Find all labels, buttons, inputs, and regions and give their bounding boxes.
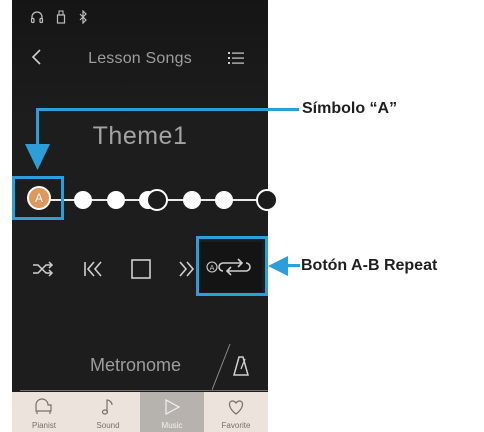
page: Lesson Songs Theme1 A A Metronome Pianis… bbox=[0, 0, 484, 432]
tab-sound[interactable]: Sound bbox=[76, 392, 140, 432]
usb-icon bbox=[56, 10, 66, 24]
progress-dot[interactable] bbox=[107, 191, 125, 209]
ab-repeat-callout-line bbox=[286, 264, 300, 267]
current-position-dot[interactable] bbox=[146, 189, 168, 211]
stop-button[interactable] bbox=[128, 256, 154, 282]
rewind-icon bbox=[84, 261, 102, 277]
play-icon bbox=[165, 398, 181, 416]
stop-icon bbox=[131, 259, 151, 279]
song-title: Theme1 bbox=[92, 122, 188, 150]
metronome-button[interactable] bbox=[211, 343, 268, 391]
metronome-label[interactable]: Metronome bbox=[90, 355, 181, 376]
tab-label: Music bbox=[161, 421, 183, 430]
progress-dot[interactable] bbox=[183, 191, 201, 209]
tab-label: Favorite bbox=[221, 421, 251, 430]
bottom-tab-bar: Pianist Sound Music Favorite bbox=[12, 392, 268, 432]
tab-music[interactable]: Music bbox=[140, 392, 204, 432]
tab-favorite[interactable]: Favorite bbox=[204, 392, 268, 432]
song-list-button[interactable] bbox=[228, 51, 244, 65]
status-bar bbox=[30, 8, 88, 26]
tab-label: Pianist bbox=[31, 421, 56, 430]
a-marker[interactable]: A bbox=[27, 186, 51, 210]
rewind-button[interactable] bbox=[80, 256, 106, 282]
ab-repeat-annotation: Botón A-B Repeat bbox=[301, 257, 438, 274]
shuffle-icon bbox=[33, 261, 54, 277]
list-icon bbox=[228, 52, 244, 64]
ab-repeat-highlight bbox=[196, 236, 268, 296]
bluetooth-icon bbox=[78, 10, 88, 24]
symbol-a-callout-line bbox=[36, 108, 39, 148]
symbol-a-callout-line bbox=[36, 108, 299, 111]
shuffle-button[interactable] bbox=[30, 256, 56, 282]
progress-dot[interactable] bbox=[215, 191, 233, 209]
progress-dot[interactable] bbox=[74, 191, 92, 209]
metronome-bar: Metronome bbox=[12, 343, 268, 392]
metronome-divider bbox=[20, 390, 268, 391]
progress-dot[interactable] bbox=[256, 189, 278, 211]
arrow-left-icon bbox=[268, 256, 288, 276]
header: Lesson Songs bbox=[12, 42, 268, 76]
headphones-icon bbox=[30, 10, 44, 24]
heart-icon bbox=[228, 400, 244, 415]
piano-icon bbox=[35, 398, 52, 414]
arrow-down-icon bbox=[25, 144, 50, 170]
note-icon bbox=[101, 399, 113, 415]
tab-label: Sound bbox=[96, 421, 120, 430]
symbol-a-annotation: Símbolo “A” bbox=[302, 100, 398, 117]
tab-pianist[interactable]: Pianist bbox=[12, 392, 76, 432]
metronome-icon bbox=[211, 343, 249, 391]
